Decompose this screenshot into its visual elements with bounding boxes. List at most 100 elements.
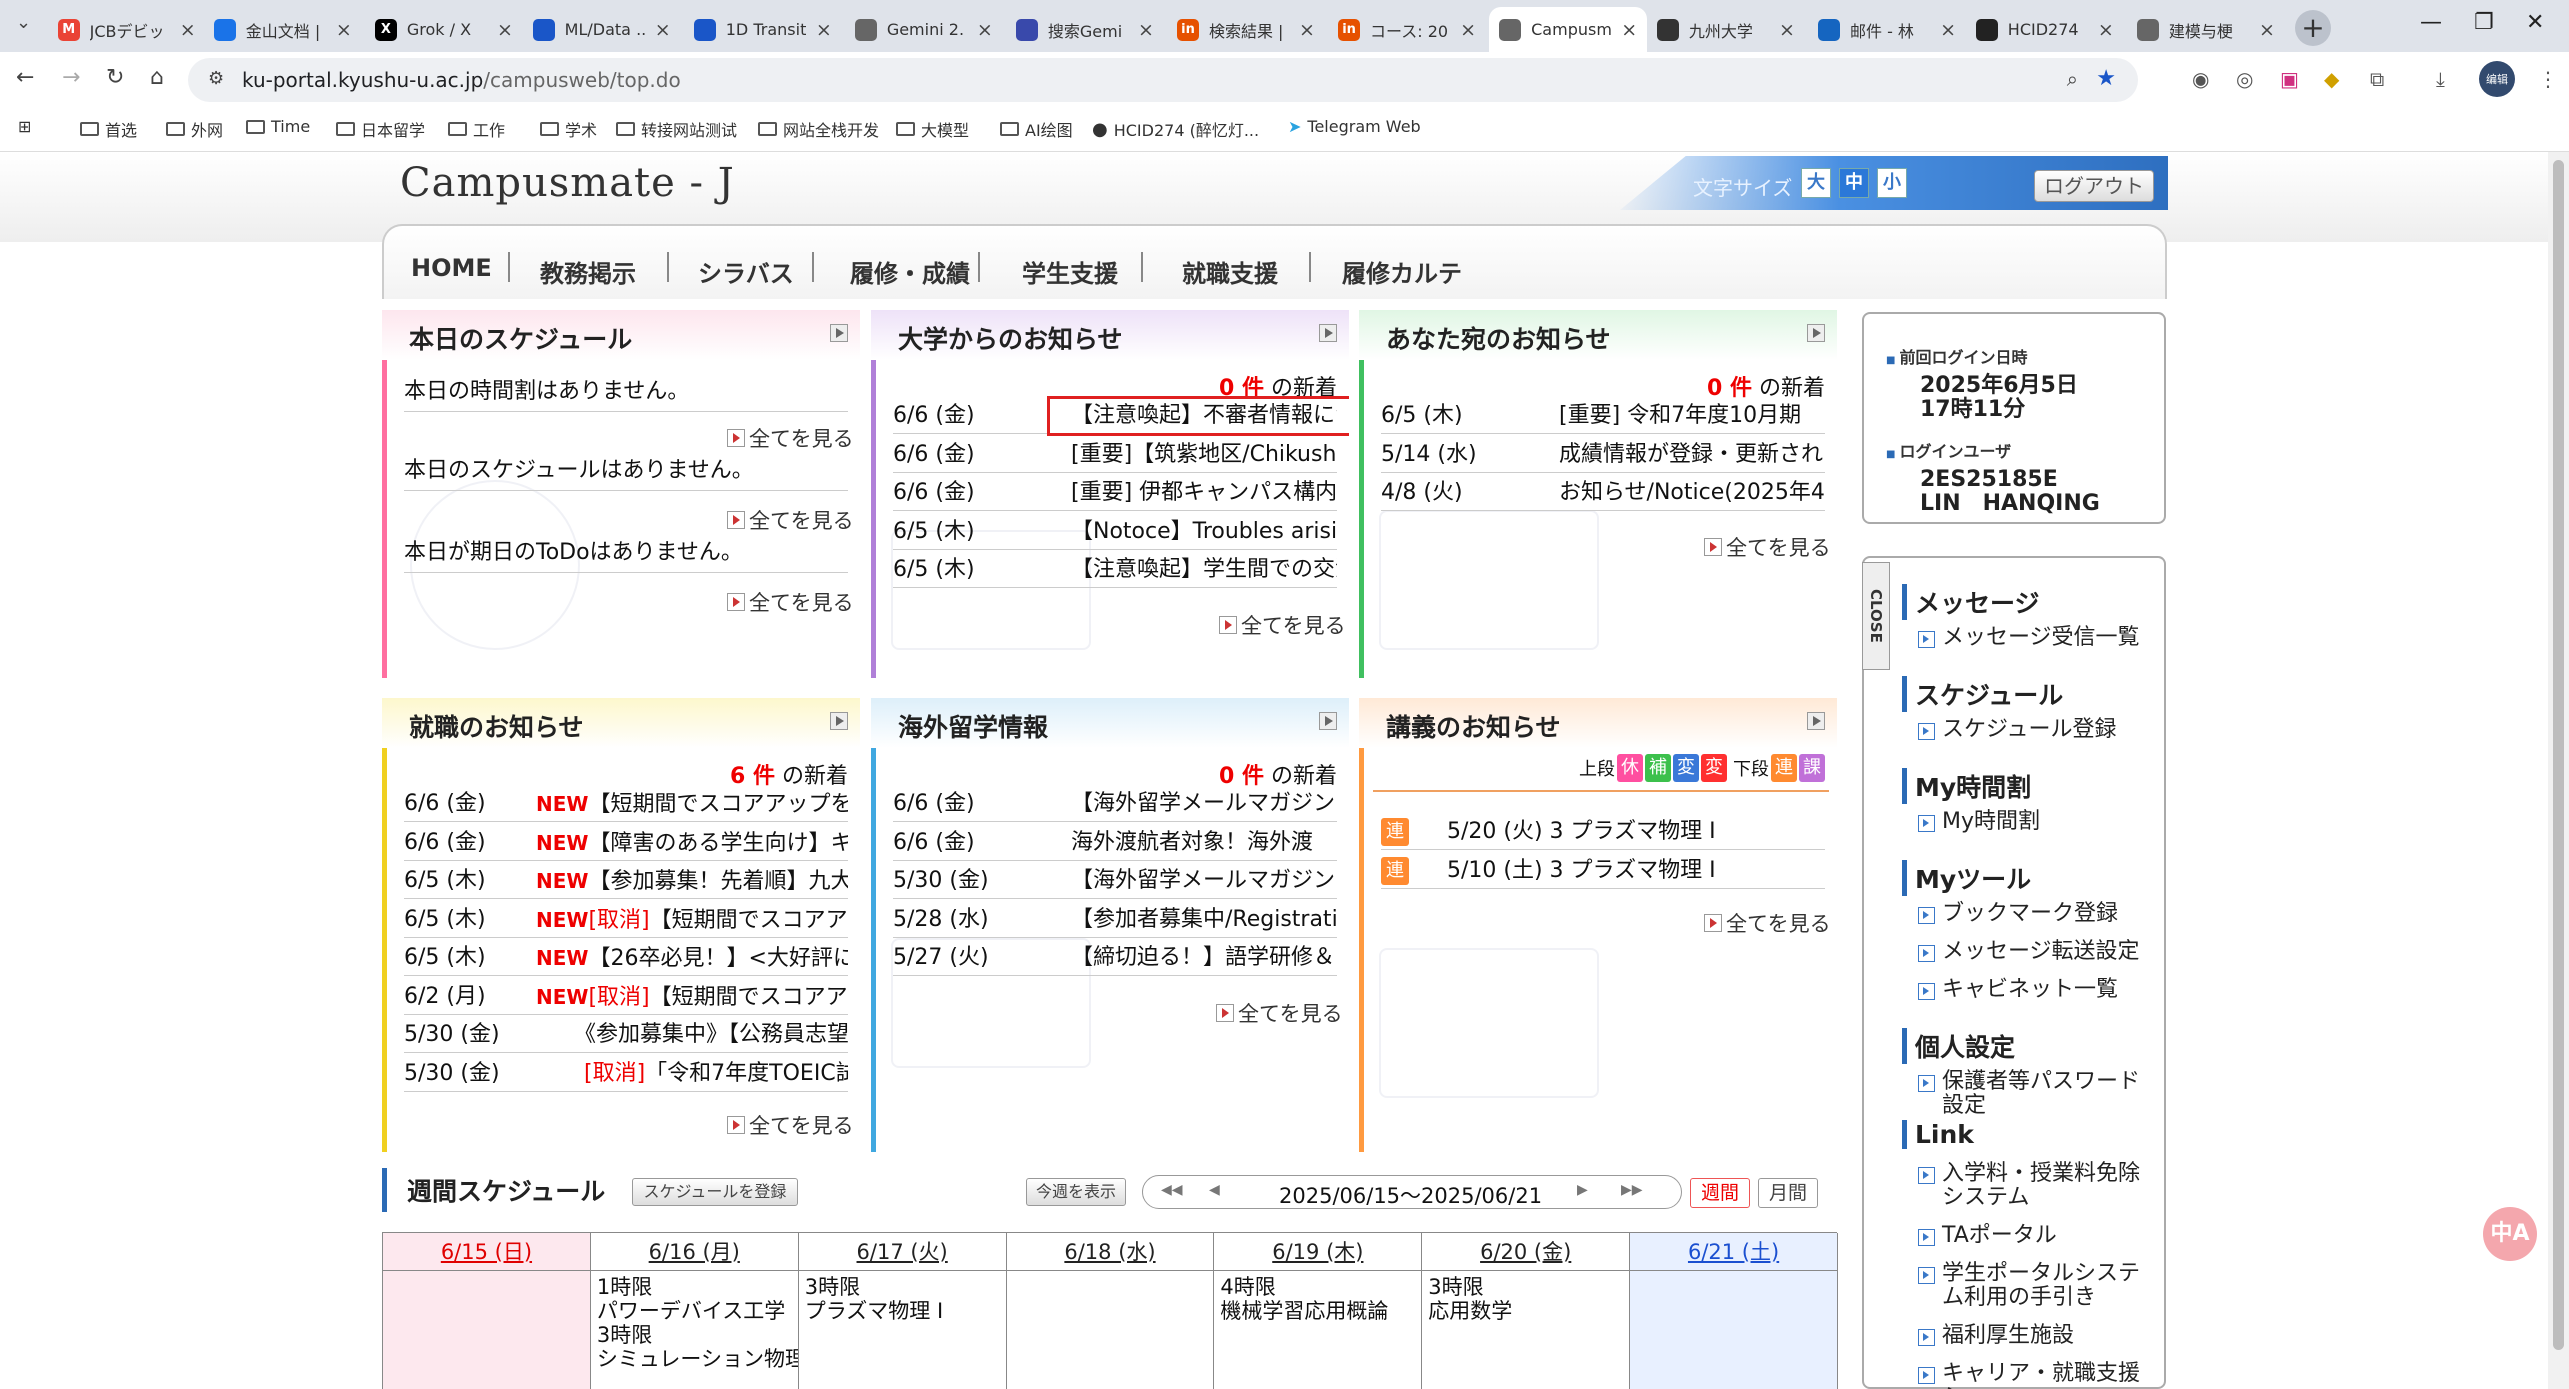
job-notice-row[interactable]: 6/5 (木) NEW[取消]【短期間でスコアア — [404, 902, 848, 938]
notice-title[interactable]: 海外渡航者対象！海外渡 — [1071, 825, 1313, 860]
bookmark-item[interactable]: AI绘图 — [1000, 117, 1073, 141]
job-notice-row[interactable]: 6/5 (木) NEW【参加募集！先着順】九大 — [404, 863, 848, 899]
expand-icon[interactable] — [1807, 712, 1825, 730]
notice-title[interactable]: 成績情報が登録・更新され — [1559, 437, 1823, 472]
see-all-link[interactable]: 全てを見る — [1219, 610, 1346, 640]
notice-row[interactable]: 6/6 (金) 【海外留学メールマガジン・ — [893, 786, 1337, 822]
notice-title[interactable]: NEW【26卒必見！】<大好評につ — [536, 940, 848, 975]
register-schedule-button[interactable]: スケジュールを登録 — [632, 1178, 798, 1206]
week-day-header[interactable]: 6/19 (木) — [1214, 1233, 1423, 1271]
notice-row[interactable]: 6/5 (木) 【注意喚起】学生間での交流 — [893, 552, 1337, 588]
site-info-icon[interactable]: ⚙ — [208, 68, 224, 89]
reload-icon[interactable]: ↻ — [106, 65, 124, 90]
menu-link[interactable]: スケジュール登録 — [1918, 718, 2158, 742]
notice-title[interactable]: お知らせ/Notice(2025年4月 — [1559, 475, 1825, 510]
menu-link[interactable]: メッセージ受信一覧 — [1918, 626, 2158, 650]
see-all-link[interactable]: 全てを見る — [727, 1110, 854, 1140]
minimize-icon[interactable]: — — [2420, 10, 2442, 35]
page-scrollbar[interactable] — [2548, 152, 2569, 1389]
font-size-medium-button[interactable]: 中 — [1839, 168, 1869, 198]
job-notice-row[interactable]: 6/6 (金) NEW【短期間でスコアアップを目指 — [404, 786, 848, 822]
notice-row[interactable]: 6/6 (金) 海外渡航者対象！海外渡 — [893, 825, 1337, 861]
see-all-link[interactable]: 全てを見る — [727, 505, 854, 535]
browser-tab[interactable]: 搜索Gemi × — [1006, 7, 1164, 52]
notice-title[interactable]: NEW【参加募集！先着順】九大 — [536, 863, 848, 898]
browser-tab[interactable]: Campusm × — [1489, 7, 1648, 52]
logout-button[interactable]: ログアウト — [2034, 170, 2154, 202]
bookmark-item[interactable]: 工作 — [448, 117, 505, 141]
browser-tab[interactable]: ML/Data ... × — [523, 7, 681, 52]
font-size-small-button[interactable]: 小 — [1877, 168, 1907, 198]
browser-tab[interactable]: 九州大学 × — [1647, 7, 1805, 52]
expand-icon[interactable] — [1319, 712, 1337, 730]
week-day-cell[interactable] — [1006, 1271, 1215, 1389]
menu-link[interactable]: キャビネット一覧 — [1918, 978, 2158, 1002]
extension-icon[interactable]: ▣ — [2280, 67, 2299, 91]
nav-career-support[interactable]: 就職支援 — [1182, 254, 1278, 289]
bookmark-item[interactable]: 网站全栈开发 — [758, 117, 879, 141]
tab-close-icon[interactable]: × — [336, 19, 352, 41]
bookmark-item[interactable]: Time — [246, 117, 310, 136]
bookmark-item[interactable]: 首选 — [80, 117, 137, 141]
notice-title[interactable]: [重要] 伊都キャンパス構内 — [1071, 475, 1337, 510]
notice-title[interactable]: 【参加者募集中/Registration — [1071, 902, 1337, 937]
week-day-cell[interactable] — [383, 1271, 591, 1389]
notice-row[interactable]: 5/27 (火) 【締切迫る！】語学研修＆ — [893, 940, 1337, 976]
zoom-icon[interactable]: ⌕ — [2067, 67, 2078, 91]
expand-icon[interactable] — [1807, 324, 1825, 342]
prev-week-button[interactable]: ◀ — [1209, 1182, 1220, 1198]
week-day-header[interactable]: 6/17 (火) — [798, 1233, 1007, 1271]
tab-close-icon[interactable]: × — [1299, 19, 1315, 41]
menu-link[interactable]: メッセージ転送設定 — [1918, 940, 2158, 964]
tab-close-icon[interactable]: × — [2098, 19, 2114, 41]
see-all-link[interactable]: 全てを見る — [1216, 998, 1343, 1028]
lecture-text[interactable]: 5/10 (土) 3 プラズマ物理 Ⅰ — [1447, 853, 1716, 888]
week-day-header[interactable]: 6/21 (土) — [1630, 1233, 1838, 1271]
restore-icon[interactable]: ❐ — [2474, 10, 2494, 35]
notice-title[interactable]: 【海外留学メールマガジン・ — [1071, 786, 1337, 821]
browser-tab[interactable]: HCID274 × — [1966, 7, 2124, 52]
bookmark-item[interactable]: 外网 — [166, 117, 223, 141]
browser-tab[interactable]: 邮件 - 林 × — [1808, 7, 1966, 52]
lecture-notice-row[interactable]: 連 5/20 (火) 3 プラズマ物理 Ⅰ — [1381, 814, 1825, 850]
bookmark-item[interactable]: 转接网站测试 — [616, 117, 737, 141]
job-notice-row[interactable]: 6/6 (金) NEW【障害のある学生向け】キャリ — [404, 825, 848, 861]
notice-title[interactable]: 《参加募集中》【公務員志望 — [574, 1017, 848, 1052]
font-size-large-button[interactable]: 大 — [1801, 168, 1831, 198]
notice-row[interactable]: 6/5 (木) 【Notoce】Troubles arising — [893, 514, 1337, 550]
notice-title[interactable]: NEW[取消]【短期間でスコアア — [536, 902, 848, 937]
notice-title[interactable]: 【海外留学メールマガジン・ — [1071, 863, 1337, 898]
browser-tab[interactable]: 金山文档 | × — [204, 7, 362, 52]
job-notice-row[interactable]: 5/30 (金) 《参加募集中》【公務員志望 — [404, 1017, 848, 1053]
lecture-notice-row[interactable]: 連 5/10 (土) 3 プラズマ物理 Ⅰ — [1381, 853, 1825, 889]
see-all-link[interactable]: 全てを見る — [727, 423, 854, 453]
menu-link[interactable]: TAポータル — [1918, 1224, 2158, 1248]
notice-title[interactable]: NEW【短期間でスコアアップを目指 — [536, 786, 848, 821]
weekly-view-button[interactable]: 週間 — [1690, 1178, 1750, 1208]
notice-row[interactable]: 5/14 (水) 成績情報が登録・更新され — [1381, 437, 1825, 473]
browser-tab[interactable]: X Grok / X × — [365, 7, 523, 52]
notice-title[interactable]: 【注意喚起】学生間での交流 — [1071, 552, 1337, 587]
menu-link[interactable]: ブックマーク登録 — [1918, 902, 2158, 926]
bookmark-star-icon[interactable]: ★ — [2096, 66, 2116, 91]
extension-icon[interactable]: ◆ — [2324, 67, 2339, 91]
tab-close-icon[interactable]: × — [1460, 19, 1476, 41]
week-day-header[interactable]: 6/16 (月) — [590, 1233, 799, 1271]
notice-title[interactable]: 【締切迫る！】語学研修＆ — [1071, 940, 1335, 975]
tab-close-icon[interactable]: × — [180, 19, 196, 41]
campusmate-logo[interactable]: Campusmate - J — [400, 160, 735, 206]
menu-icon[interactable]: ⋮ — [2538, 67, 2558, 91]
browser-tab[interactable]: 建模与梗 × — [2127, 7, 2285, 52]
prev-2-weeks-button[interactable]: ◀◀ — [1161, 1182, 1183, 1198]
lecture-text[interactable]: 5/20 (火) 3 プラズマ物理 Ⅰ — [1447, 814, 1716, 849]
extensions-puzzle-icon[interactable]: ⧉ — [2370, 67, 2384, 91]
tab-close-icon[interactable]: × — [2259, 19, 2275, 41]
tab-search-icon[interactable]: ⌄ — [16, 12, 31, 33]
see-all-link[interactable]: 全てを見る — [1704, 532, 1831, 562]
bookmark-item[interactable]: 学术 — [540, 117, 597, 141]
notice-title[interactable]: 【Notoce】Troubles arising — [1071, 514, 1337, 549]
bookmark-item[interactable]: ➤ Telegram Web — [1288, 117, 1421, 136]
week-day-cell[interactable]: 3時限 プラズマ物理 Ⅰ — [798, 1271, 1007, 1389]
new-tab-button[interactable]: + — [2295, 10, 2331, 46]
job-notice-row[interactable]: 6/5 (木) NEW【26卒必見！】<大好評につ — [404, 940, 848, 976]
